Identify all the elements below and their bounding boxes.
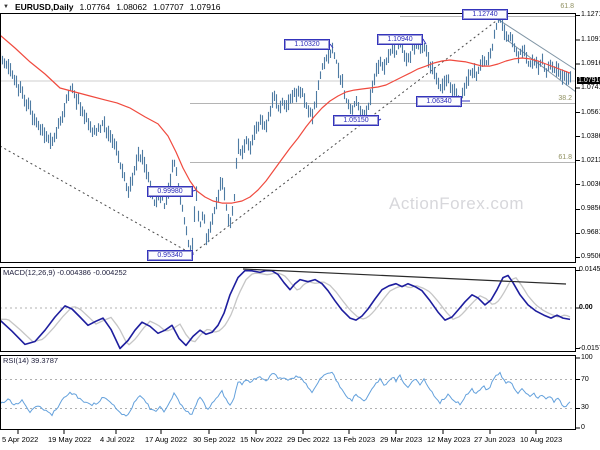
date-axis-label: 4 Jul 2022: [100, 435, 135, 444]
fib-label-61.8: 61.8: [560, 3, 574, 10]
price-axis-label: 0.96810: [581, 229, 600, 237]
trading-chart-window: ▼ EURUSD,Daily 1.07764 1.08062 1.07707 1…: [0, 0, 600, 450]
ohlc-low: 1.07707: [153, 1, 184, 12]
price-axis-label: 1.02110: [581, 156, 600, 164]
price-label-connector: [192, 189, 197, 192]
rsi-axis-label: 100: [581, 354, 593, 361]
macd-axis-label: -0.015712: [579, 344, 600, 352]
rsi-axis-label: 0: [581, 424, 585, 431]
date-axis-label: 12 May 2023: [427, 435, 471, 444]
current-price-tag: 1.07916: [577, 76, 600, 84]
date-axis-label: 13 Feb 2023: [333, 435, 376, 444]
fib-label-38.2: 38.2: [558, 95, 572, 102]
chart-plot-area[interactable]: [0, 0, 600, 450]
macd-values: -0.004386 -0.004252: [57, 268, 127, 277]
date-axis-label: 30 Sep 2022: [193, 435, 236, 444]
macd-label: MACD(12,26,9): [3, 268, 56, 277]
price-label-0.99980: 0.99980: [147, 186, 193, 197]
date-axis-label: 15 Nov 2022: [240, 435, 283, 444]
macd-axis-label: 0.00: [579, 304, 593, 311]
date-axis-label: 10 Aug 2023: [520, 435, 563, 444]
rsi-label: RSI(14): [3, 356, 29, 365]
price-axis-label: 0.98560: [581, 205, 600, 213]
rising-dashed-trendline[interactable]: [191, 17, 501, 255]
date-axis-label: 19 May 2022: [48, 435, 92, 444]
date-axis-label: 27 Jun 2023: [474, 435, 516, 444]
rsi-axis-label: 70: [581, 375, 589, 383]
date-axis-label: 5 Apr 2022: [2, 435, 39, 444]
price-label-0.95340: 0.95340: [147, 250, 193, 261]
price-axis-label: 0.95060: [581, 253, 600, 261]
price-axis-label: 1.03860: [581, 132, 600, 140]
macd-trendline[interactable]: [242, 268, 567, 285]
date-axis-label: 29 Mar 2023: [380, 435, 423, 444]
price-label-connector: [378, 118, 382, 121]
price-panel-border: [0, 13, 576, 263]
macd-axis-label: 0.014549: [579, 266, 600, 274]
collapse-icon[interactable]: ▼: [3, 4, 9, 10]
rsi-line: [0, 371, 571, 417]
price-axis-label: 1.10910: [581, 36, 600, 43]
actionforex-watermark: ActionForex.com: [389, 194, 525, 213]
date-axis-label: 17 Aug 2022: [145, 435, 188, 444]
macd-header: MACD(12,26,9) -0.004386 -0.004252: [3, 268, 127, 277]
macd-line: [0, 269, 571, 350]
rsi-value: 39.3787: [30, 356, 59, 365]
falling-dashed-trendline[interactable]: [0, 145, 193, 255]
price-label-1.06340: 1.06340: [416, 96, 462, 107]
price-axis-label: 1.00360: [581, 180, 600, 188]
price-label-1.10320: 1.10320: [284, 39, 330, 50]
price-axis-label: 1.09160: [581, 60, 600, 67]
rsi-axis-label: 30: [581, 404, 589, 412]
candlesticks: [0, 15, 572, 255]
price-axis-label: 1.12710: [581, 11, 600, 19]
price-axis-label: 1.05610: [581, 108, 600, 116]
price-label-1.12740: 1.12740: [462, 9, 508, 20]
fib-label-61.8: 61.8: [558, 154, 572, 161]
price-label-1.05150: 1.05150: [333, 115, 379, 126]
rsi-panel-border: [0, 355, 576, 430]
chart-title-bar: ▼ EURUSD,Daily 1.07764 1.08062 1.07707 1…: [0, 0, 600, 13]
ohlc-high: 1.08062: [116, 1, 147, 12]
price-axis-label: 1.07410: [581, 84, 600, 91]
ohlc-close: 1.07916: [189, 1, 221, 12]
price-label-1.10940: 1.10940: [377, 34, 423, 45]
symbol-timeframe: EURUSD,Daily: [14, 1, 74, 12]
date-axis-label: 29 Dec 2022: [287, 435, 330, 444]
rsi-header: RSI(14) 39.3787: [3, 356, 58, 365]
ohlc-open: 1.07764: [79, 1, 111, 12]
